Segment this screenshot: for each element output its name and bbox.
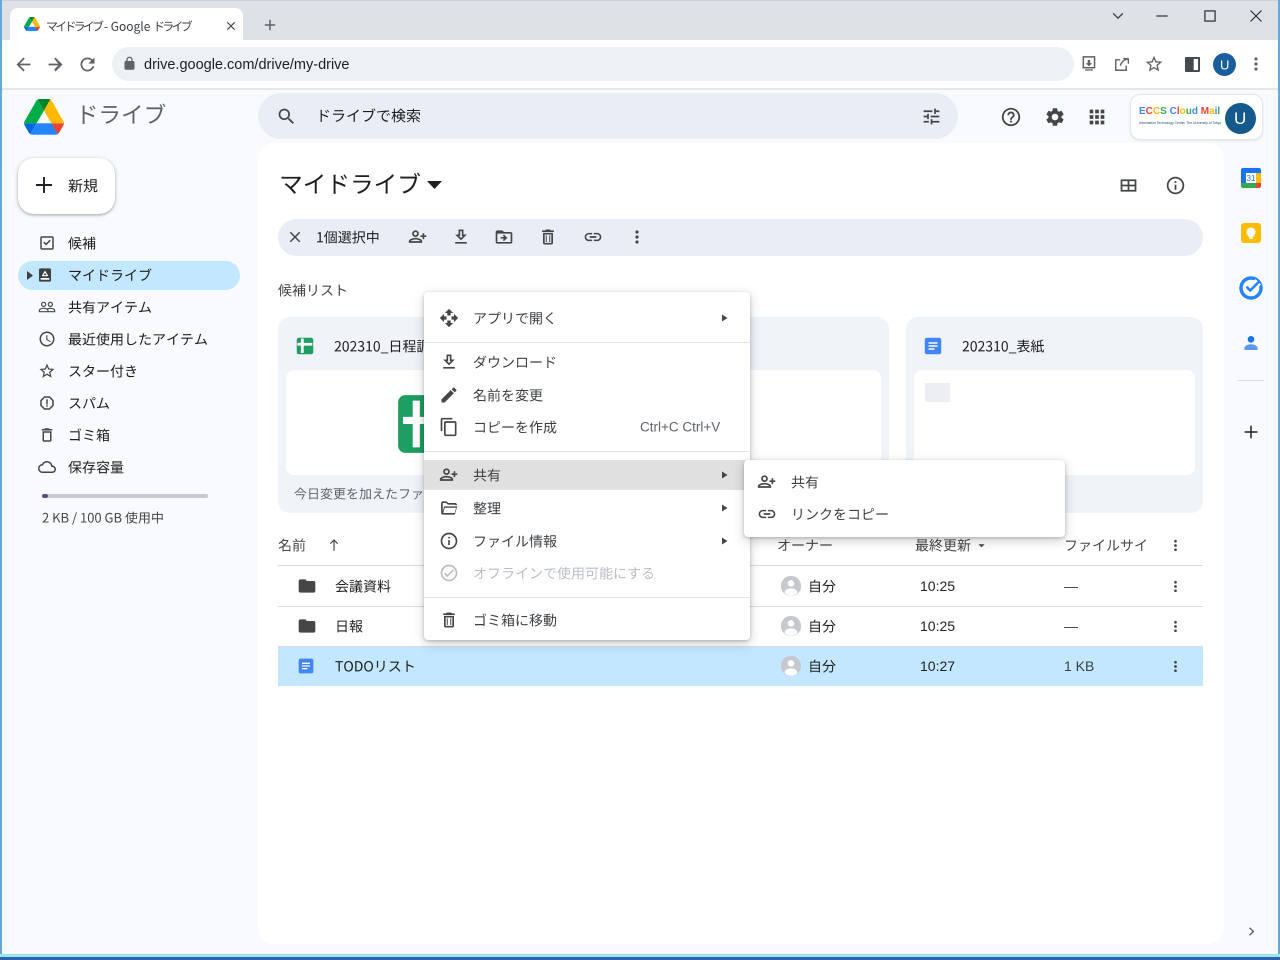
svg-text:31: 31 bbox=[1247, 174, 1256, 183]
